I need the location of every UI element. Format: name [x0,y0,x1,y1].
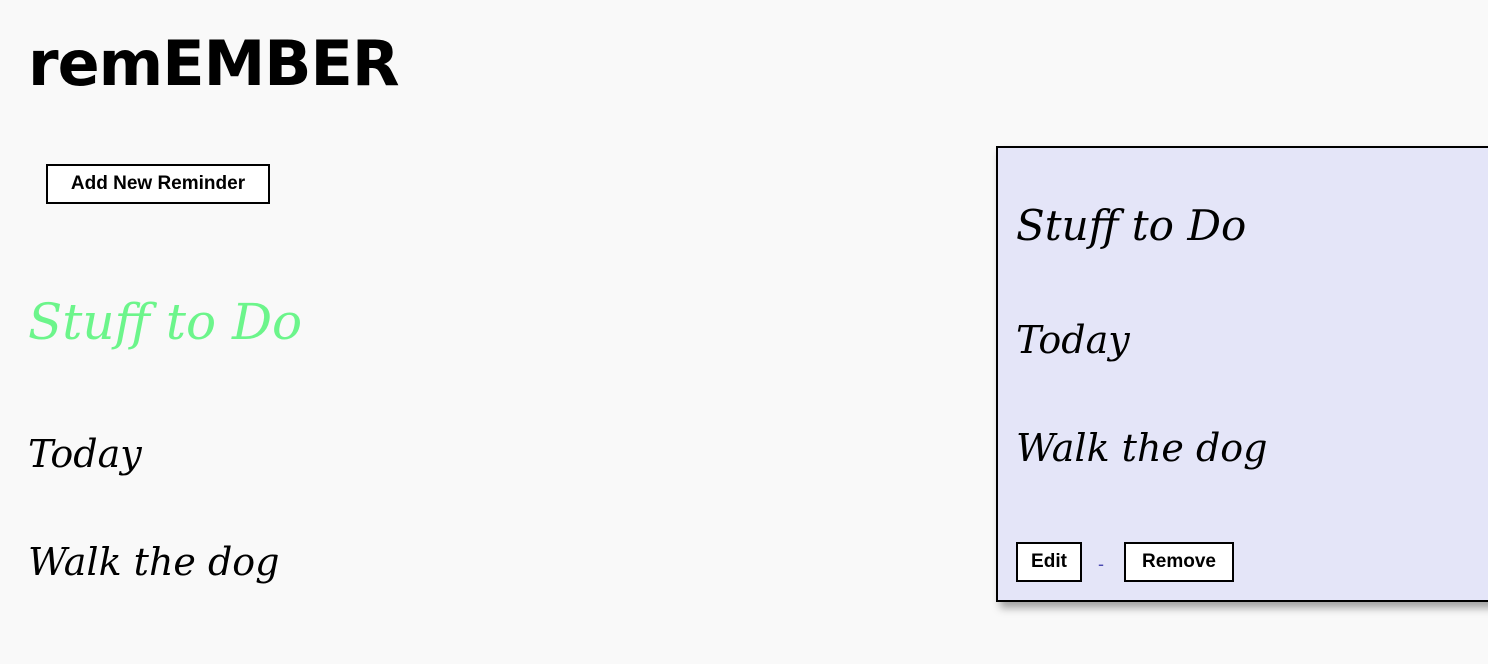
reminder-list-item-date: Today [28,432,142,476]
reminder-detail-date: Today [1016,318,1130,362]
edit-button[interactable]: Edit [1016,542,1082,582]
add-reminder-button[interactable]: Add New Reminder [46,164,270,204]
reminder-list-item-title[interactable]: Stuff to Do [28,290,302,354]
reminder-detail-title: Stuff to Do [1016,201,1247,250]
button-separator: - [1098,554,1104,574]
reminder-detail-card: Stuff to Do Today Walk the dog Edit - Re… [996,146,1488,602]
remove-button[interactable]: Remove [1124,542,1234,582]
app-title: remEMBER [28,27,400,100]
app-root: remEMBER Add New Reminder Stuff to Do To… [0,0,1488,664]
reminder-list-item-task: Walk the dog [28,540,280,584]
reminder-detail-task: Walk the dog [1016,426,1268,470]
